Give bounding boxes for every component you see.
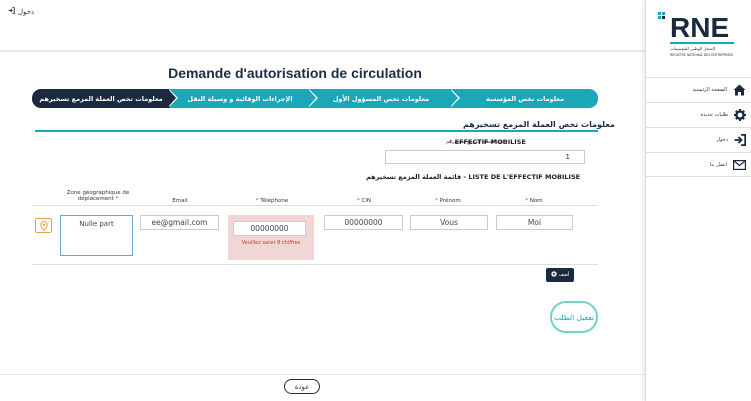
sidebar-item-label: طلبات جديدة <box>700 112 728 118</box>
effectif-count-input[interactable]: 1 <box>385 150 585 164</box>
col-header-email: Email <box>172 198 188 204</box>
zone-textarea[interactable]: Nulle part <box>60 215 133 256</box>
wizard-steps: معلومات تخص العملة المزمع تسخيرهم الإجرا… <box>32 89 598 108</box>
email-input[interactable]: ee@gmail.com <box>140 215 219 230</box>
list-title: قائمة العملة المزمع تسخيرهم - LISTE DE L… <box>366 173 581 181</box>
sidebar-item-label: اتصل بنا <box>710 161 727 168</box>
divider <box>0 374 645 375</box>
sidebar-item-login[interactable]: دخول <box>646 127 751 152</box>
prenom-input[interactable]: Vous <box>410 215 488 230</box>
svg-text:REGISTRE NATIONAL DES ENTREPRI: REGISTRE NATIONAL DES ENTREPRISES <box>670 53 733 57</box>
col-header-telephone: * Téléphone <box>255 198 289 204</box>
step-workers[interactable]: معلومات تخص العملة المزمع تسخيرهم <box>32 89 178 108</box>
sidebar-item-label: دخول <box>716 137 728 143</box>
rne-logo: RNE السجل الوطني للمؤسسات REGISTRE NATIO… <box>658 8 740 60</box>
add-button[interactable]: أضف <box>546 268 574 282</box>
svg-text:RNE: RNE <box>670 12 729 43</box>
top-login-link[interactable]: دخول <box>8 7 34 16</box>
sidebar-item-new-requests[interactable]: طلبات جديدة <box>646 102 751 127</box>
step-label: معلومات تخص المسؤول الأول <box>332 94 430 103</box>
svg-text:السجل الوطني للمؤسسات: السجل الوطني للمؤسسات <box>670 46 715 51</box>
step-label: معلومات تخص المؤسسة <box>486 94 564 103</box>
divider <box>0 50 645 52</box>
back-button[interactable]: عودة <box>284 379 320 394</box>
nom-input[interactable]: Moi <box>496 215 573 230</box>
step-label: الإجراءات الوقائية و وسيلة النقل <box>187 94 293 103</box>
map-pin-icon <box>39 220 48 231</box>
home-icon <box>733 81 746 100</box>
sidebar-item-label: الصفحة الرئيسية <box>692 87 728 93</box>
activate-request-button[interactable]: تفعيل الطلب <box>550 301 598 333</box>
step-first-manager[interactable]: معلومات تخص المسؤول الأول <box>310 89 460 108</box>
col-header-prenom: * Prénom <box>435 198 461 204</box>
mail-icon <box>733 155 747 174</box>
sidebar-item-home[interactable]: الصفحة الرئيسية <box>646 77 751 102</box>
page-title: Demande d'autorisation de circulation <box>168 65 422 81</box>
gear-icon <box>734 106 746 125</box>
telephone-input[interactable]: 00000000 <box>233 221 306 236</box>
top-bar: دخول <box>0 0 645 42</box>
step-company[interactable]: معلومات تخص المؤسسة <box>452 89 598 108</box>
sidebar: RNE السجل الوطني للمؤسسات REGISTRE NATIO… <box>645 0 751 401</box>
step-label: معلومات تخص العملة المزمع تسخيرهم <box>39 94 163 103</box>
sidebar-item-contact[interactable]: اتصل بنا <box>646 152 751 177</box>
col-header-cin: * CIN <box>356 198 372 204</box>
telephone-error-message: Veuillez saisir 8 chiffres <box>241 240 301 246</box>
section-title: معلومات تخص العملة المزمع تسخيرهم <box>463 120 615 129</box>
login-icon <box>734 131 747 150</box>
top-login-label: دخول <box>18 7 35 16</box>
main-content: Demande d'autorisation de circulation مع… <box>0 42 645 401</box>
step-prevention-transport[interactable]: الإجراءات الوقائية و وسيلة النقل <box>170 89 318 108</box>
required-mark: * <box>449 138 453 146</box>
location-pin-button[interactable] <box>35 218 52 233</box>
effectif-label-fr: EFFECTIF MOBILISE <box>454 138 526 146</box>
section-underline <box>35 130 598 132</box>
login-icon <box>8 7 15 16</box>
cin-input[interactable]: 00000000 <box>324 215 403 230</box>
plus-circle-icon <box>550 271 557 279</box>
add-button-label: أضف <box>558 272 570 278</box>
col-header-nom: * Nom <box>525 198 543 204</box>
col-header-zone: Zone géographique de déplacement * <box>66 190 130 202</box>
